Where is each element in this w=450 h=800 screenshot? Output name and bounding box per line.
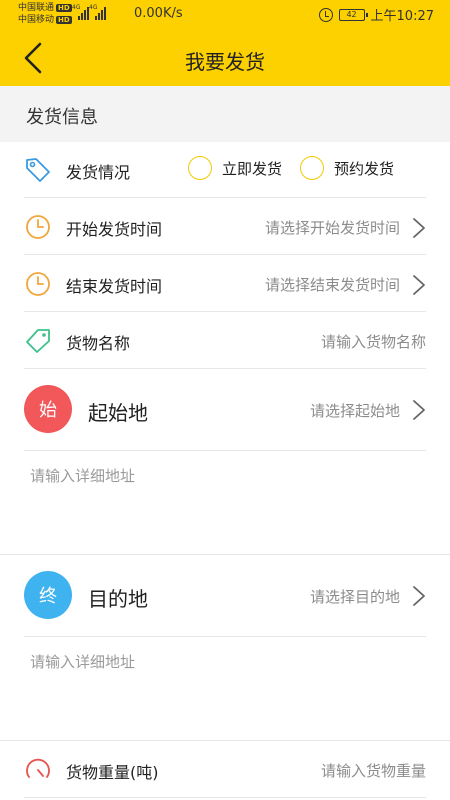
start-time-picker[interactable]: 请选择开始发货时间 xyxy=(265,217,400,238)
destination-row[interactable]: 终 目的地 请选择目的地 xyxy=(24,555,426,637)
radio-scheduled[interactable]: 预约发货 xyxy=(300,156,394,180)
carrier-2: 中国移动 xyxy=(18,15,55,25)
clock-icon xyxy=(26,272,50,296)
status-bar: 中国联通 HD 中国移动 HD 4G 4G 0.00K/s 42 上午10:27 xyxy=(0,0,450,30)
start-time-row[interactable]: 开始发货时间 请选择开始发货时间 xyxy=(24,199,426,255)
weight-row: 货物重量(吨) 请输入货物重量 xyxy=(24,742,426,798)
destination-picker[interactable]: 请选择目的地 xyxy=(310,586,400,607)
section-title: 发货信息 xyxy=(26,107,98,128)
weight-input[interactable]: 请输入货物重量 xyxy=(321,760,426,781)
origin-address-input[interactable]: 请输入详细地址 xyxy=(30,465,135,486)
gauge-icon xyxy=(26,758,50,778)
end-time-label: 结束发货时间 xyxy=(66,277,163,296)
shipping-status-label: 发货情况 xyxy=(66,163,131,182)
page-title: 我要发货 xyxy=(185,50,265,74)
end-time-row[interactable]: 结束发货时间 请选择结束发货时间 xyxy=(24,256,426,312)
clock-icon xyxy=(26,215,50,239)
radio-circle[interactable] xyxy=(188,156,212,180)
origin-row[interactable]: 始 起始地 请选择起始地 xyxy=(24,369,426,451)
origin-badge: 始 xyxy=(24,385,72,433)
carrier-info: 中国联通 HD 中国移动 HD xyxy=(18,2,72,26)
alarm-clock-icon xyxy=(318,7,333,22)
battery-icon: 42 xyxy=(338,8,368,21)
shipping-status-row: 发货情况 立即发货 预约发货 xyxy=(24,142,426,198)
signal-icon: 4G 4G xyxy=(72,4,106,20)
origin-address-area[interactable]: 请输入详细地址 xyxy=(0,451,450,555)
tag-icon xyxy=(26,158,50,182)
chevron-right-icon xyxy=(413,275,425,295)
hd-badge: HD xyxy=(56,16,72,24)
network-speed: 0.00K/s xyxy=(134,6,183,21)
hd-badge: HD xyxy=(56,4,72,12)
radio-scheduled-label: 预约发货 xyxy=(334,159,395,178)
radio-immediate-label: 立即发货 xyxy=(222,159,283,178)
section-header: 发货信息 xyxy=(0,86,450,142)
destination-address-input[interactable]: 请输入详细地址 xyxy=(30,651,135,672)
clock-time: 上午10:27 xyxy=(370,9,434,24)
chevron-right-icon xyxy=(413,218,425,238)
goods-name-label: 货物名称 xyxy=(66,334,131,353)
goods-name-row: 货物名称 请输入货物名称 xyxy=(24,313,426,369)
start-time-label: 开始发货时间 xyxy=(66,220,163,239)
end-time-picker[interactable]: 请选择结束发货时间 xyxy=(265,274,400,295)
carrier-1: 中国联通 xyxy=(18,3,55,13)
radio-immediate[interactable]: 立即发货 xyxy=(188,156,282,180)
destination-badge: 终 xyxy=(24,571,72,619)
origin-label: 起始地 xyxy=(88,401,148,425)
header: 我要发货 xyxy=(0,30,450,86)
weight-label: 货物重量(吨) xyxy=(66,763,159,782)
radio-circle[interactable] xyxy=(300,156,324,180)
goods-name-input[interactable]: 请输入货物名称 xyxy=(321,331,426,352)
destination-address-area[interactable]: 请输入详细地址 xyxy=(0,637,450,741)
chevron-right-icon xyxy=(413,400,425,420)
price-tag-icon xyxy=(26,329,50,353)
origin-picker[interactable]: 请选择起始地 xyxy=(310,400,400,421)
chevron-right-icon xyxy=(413,586,425,606)
destination-label: 目的地 xyxy=(88,587,148,611)
